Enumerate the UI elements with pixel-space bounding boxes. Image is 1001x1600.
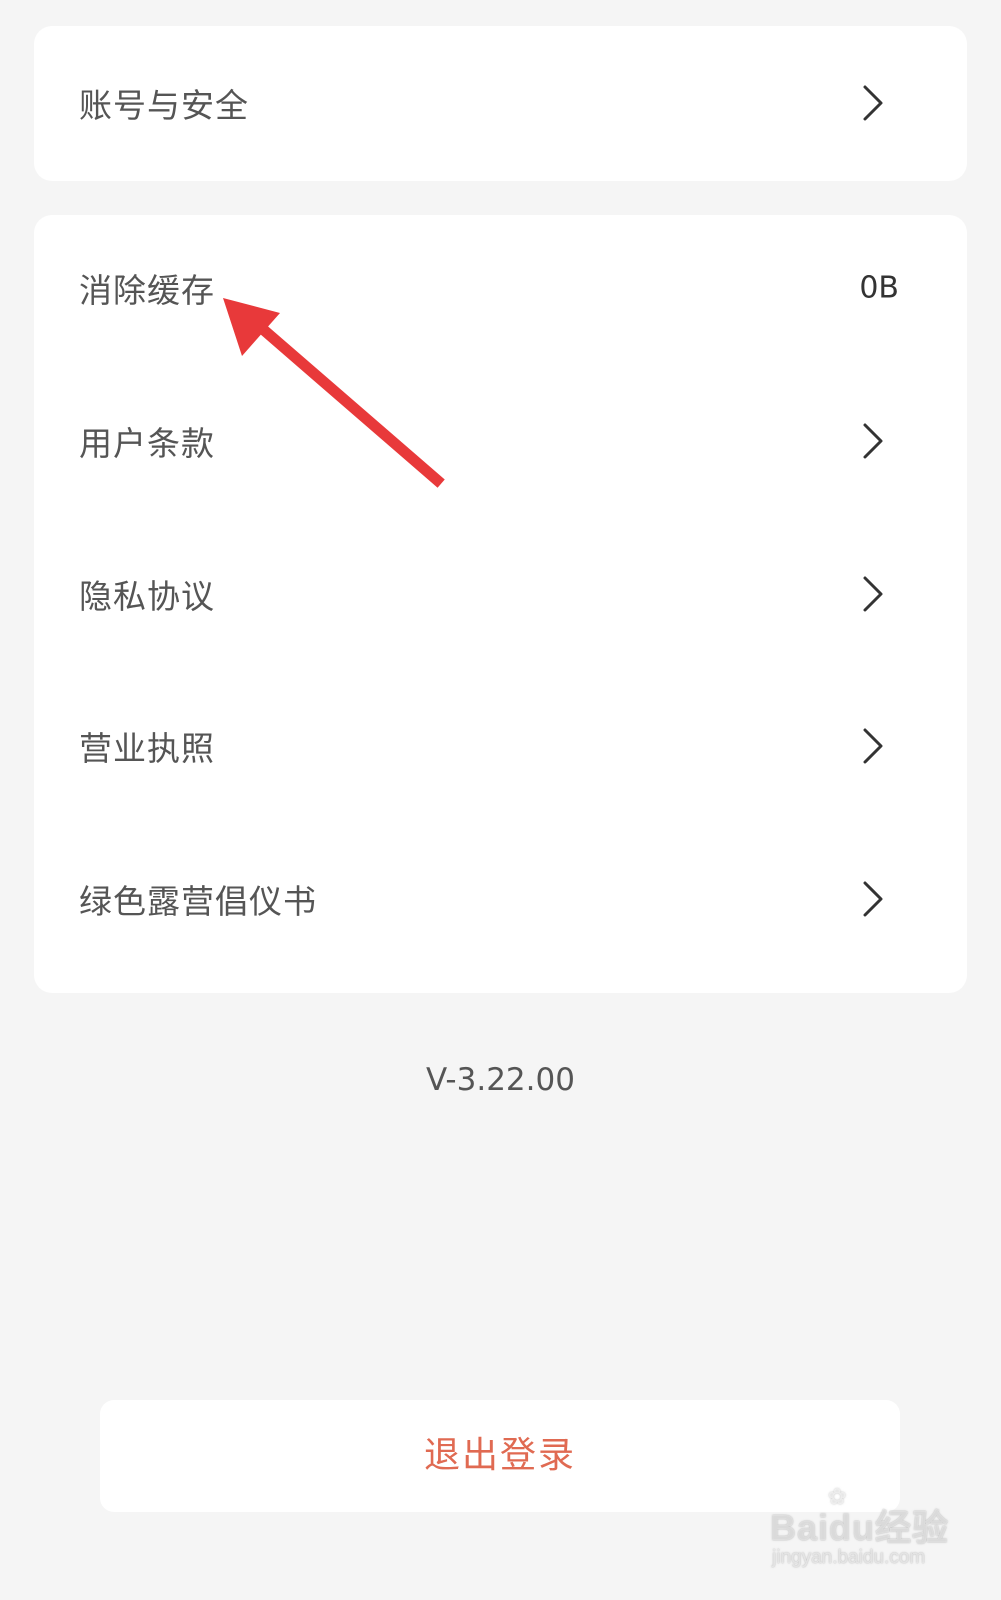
account-security-row[interactable]: 账号与安全 xyxy=(34,38,967,168)
chevron-right-icon xyxy=(861,421,885,461)
chevron-right-icon xyxy=(861,574,885,614)
chevron-right-icon xyxy=(861,879,885,919)
clear-cache-label: 消除缓存 xyxy=(79,271,215,310)
user-terms-row[interactable]: 用户条款 xyxy=(34,376,967,506)
business-license-label: 营业执照 xyxy=(79,729,215,768)
privacy-policy-row[interactable]: 隐私协议 xyxy=(34,529,967,659)
green-camping-initiative-label: 绿色露营倡仪书 xyxy=(79,882,317,921)
clear-cache-row[interactable]: 消除缓存 0B xyxy=(34,223,967,353)
settings-card: 消除缓存 0B 用户条款 隐私协议 营业执照 绿色露营倡仪书 xyxy=(34,215,967,993)
user-terms-label: 用户条款 xyxy=(79,424,215,463)
account-card: 账号与安全 xyxy=(34,26,967,181)
privacy-policy-label: 隐私协议 xyxy=(79,577,215,616)
version-text: V-3.22.00 xyxy=(426,1062,575,1098)
green-camping-initiative-row[interactable]: 绿色露营倡仪书 xyxy=(34,834,967,964)
chevron-right-icon xyxy=(861,83,885,123)
watermark-url: jingyan.baidu.com xyxy=(772,1547,926,1568)
cache-size-value: 0B xyxy=(859,270,899,306)
logout-button[interactable]: 退出登录 xyxy=(100,1400,900,1512)
account-security-label: 账号与安全 xyxy=(79,86,249,125)
chevron-right-icon xyxy=(861,726,885,766)
business-license-row[interactable]: 营业执照 xyxy=(34,681,967,811)
